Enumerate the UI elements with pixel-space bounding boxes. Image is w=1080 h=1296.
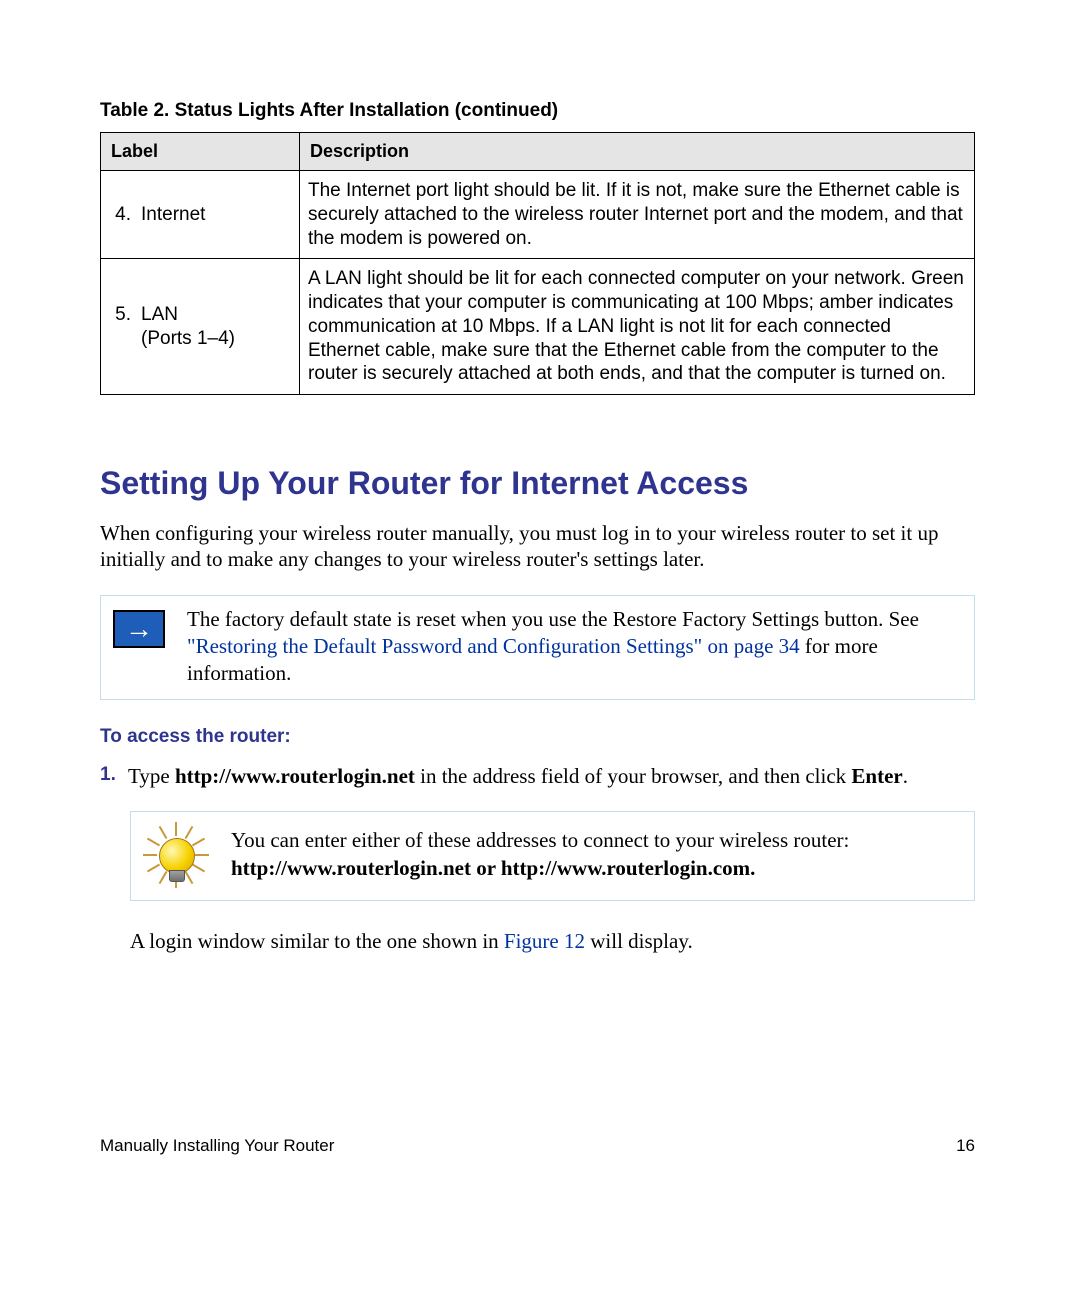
- table-title: Table 2. Status Lights After Installatio…: [100, 100, 975, 122]
- page: Table 2. Status Lights After Installatio…: [0, 0, 1080, 1296]
- row-number: 5.: [109, 303, 131, 327]
- table-row: 5. LAN (Ports 1–4) A LAN light should be …: [101, 259, 975, 395]
- tip-line2: http://www.routerlogin.net or http://www…: [231, 856, 755, 880]
- step-number: 1.: [100, 762, 128, 790]
- note-callout: The factory default state is reset when …: [100, 595, 975, 701]
- figure-link[interactable]: Figure 12: [504, 929, 585, 953]
- intro-paragraph: When configuring your wireless router ma…: [100, 520, 975, 573]
- step-text: Type http://www.routerlogin.net in the a…: [128, 762, 908, 790]
- note-text-pre: The factory default state is reset when …: [187, 607, 919, 631]
- tip-callout: You can enter either of these addresses …: [130, 811, 975, 901]
- steps-list: 1. Type http://www.routerlogin.net in th…: [100, 762, 975, 790]
- th-description: Description: [300, 133, 975, 171]
- row-label: Internet: [141, 203, 205, 227]
- status-lights-table: Label Description 4. Internet The Interne…: [100, 132, 975, 395]
- row-description: A LAN light should be lit for each conne…: [300, 259, 975, 395]
- lightbulb-icon: [145, 824, 207, 886]
- row-label: LAN: [141, 303, 178, 327]
- row-label-suffix: (Ports 1–4): [109, 327, 289, 351]
- row-number: 4.: [109, 203, 131, 227]
- footer-left: Manually Installing Your Router: [100, 1136, 334, 1156]
- tip-line1: You can enter either of these addresses …: [231, 828, 849, 852]
- after-paragraph: A login window similar to the one shown …: [130, 929, 975, 954]
- page-number: 16: [956, 1136, 975, 1156]
- note-link[interactable]: "Restoring the Default Password and Conf…: [187, 634, 800, 658]
- procedure-subhead: To access the router:: [100, 726, 975, 748]
- section-heading: Setting Up Your Router for Internet Acce…: [100, 465, 975, 502]
- row-description: The Internet port light should be lit. I…: [300, 171, 975, 259]
- table-row: 4. Internet The Internet port light shoul…: [101, 171, 975, 259]
- arrow-icon: [113, 610, 165, 648]
- page-footer: Manually Installing Your Router 16: [100, 1136, 975, 1156]
- th-label: Label: [101, 133, 300, 171]
